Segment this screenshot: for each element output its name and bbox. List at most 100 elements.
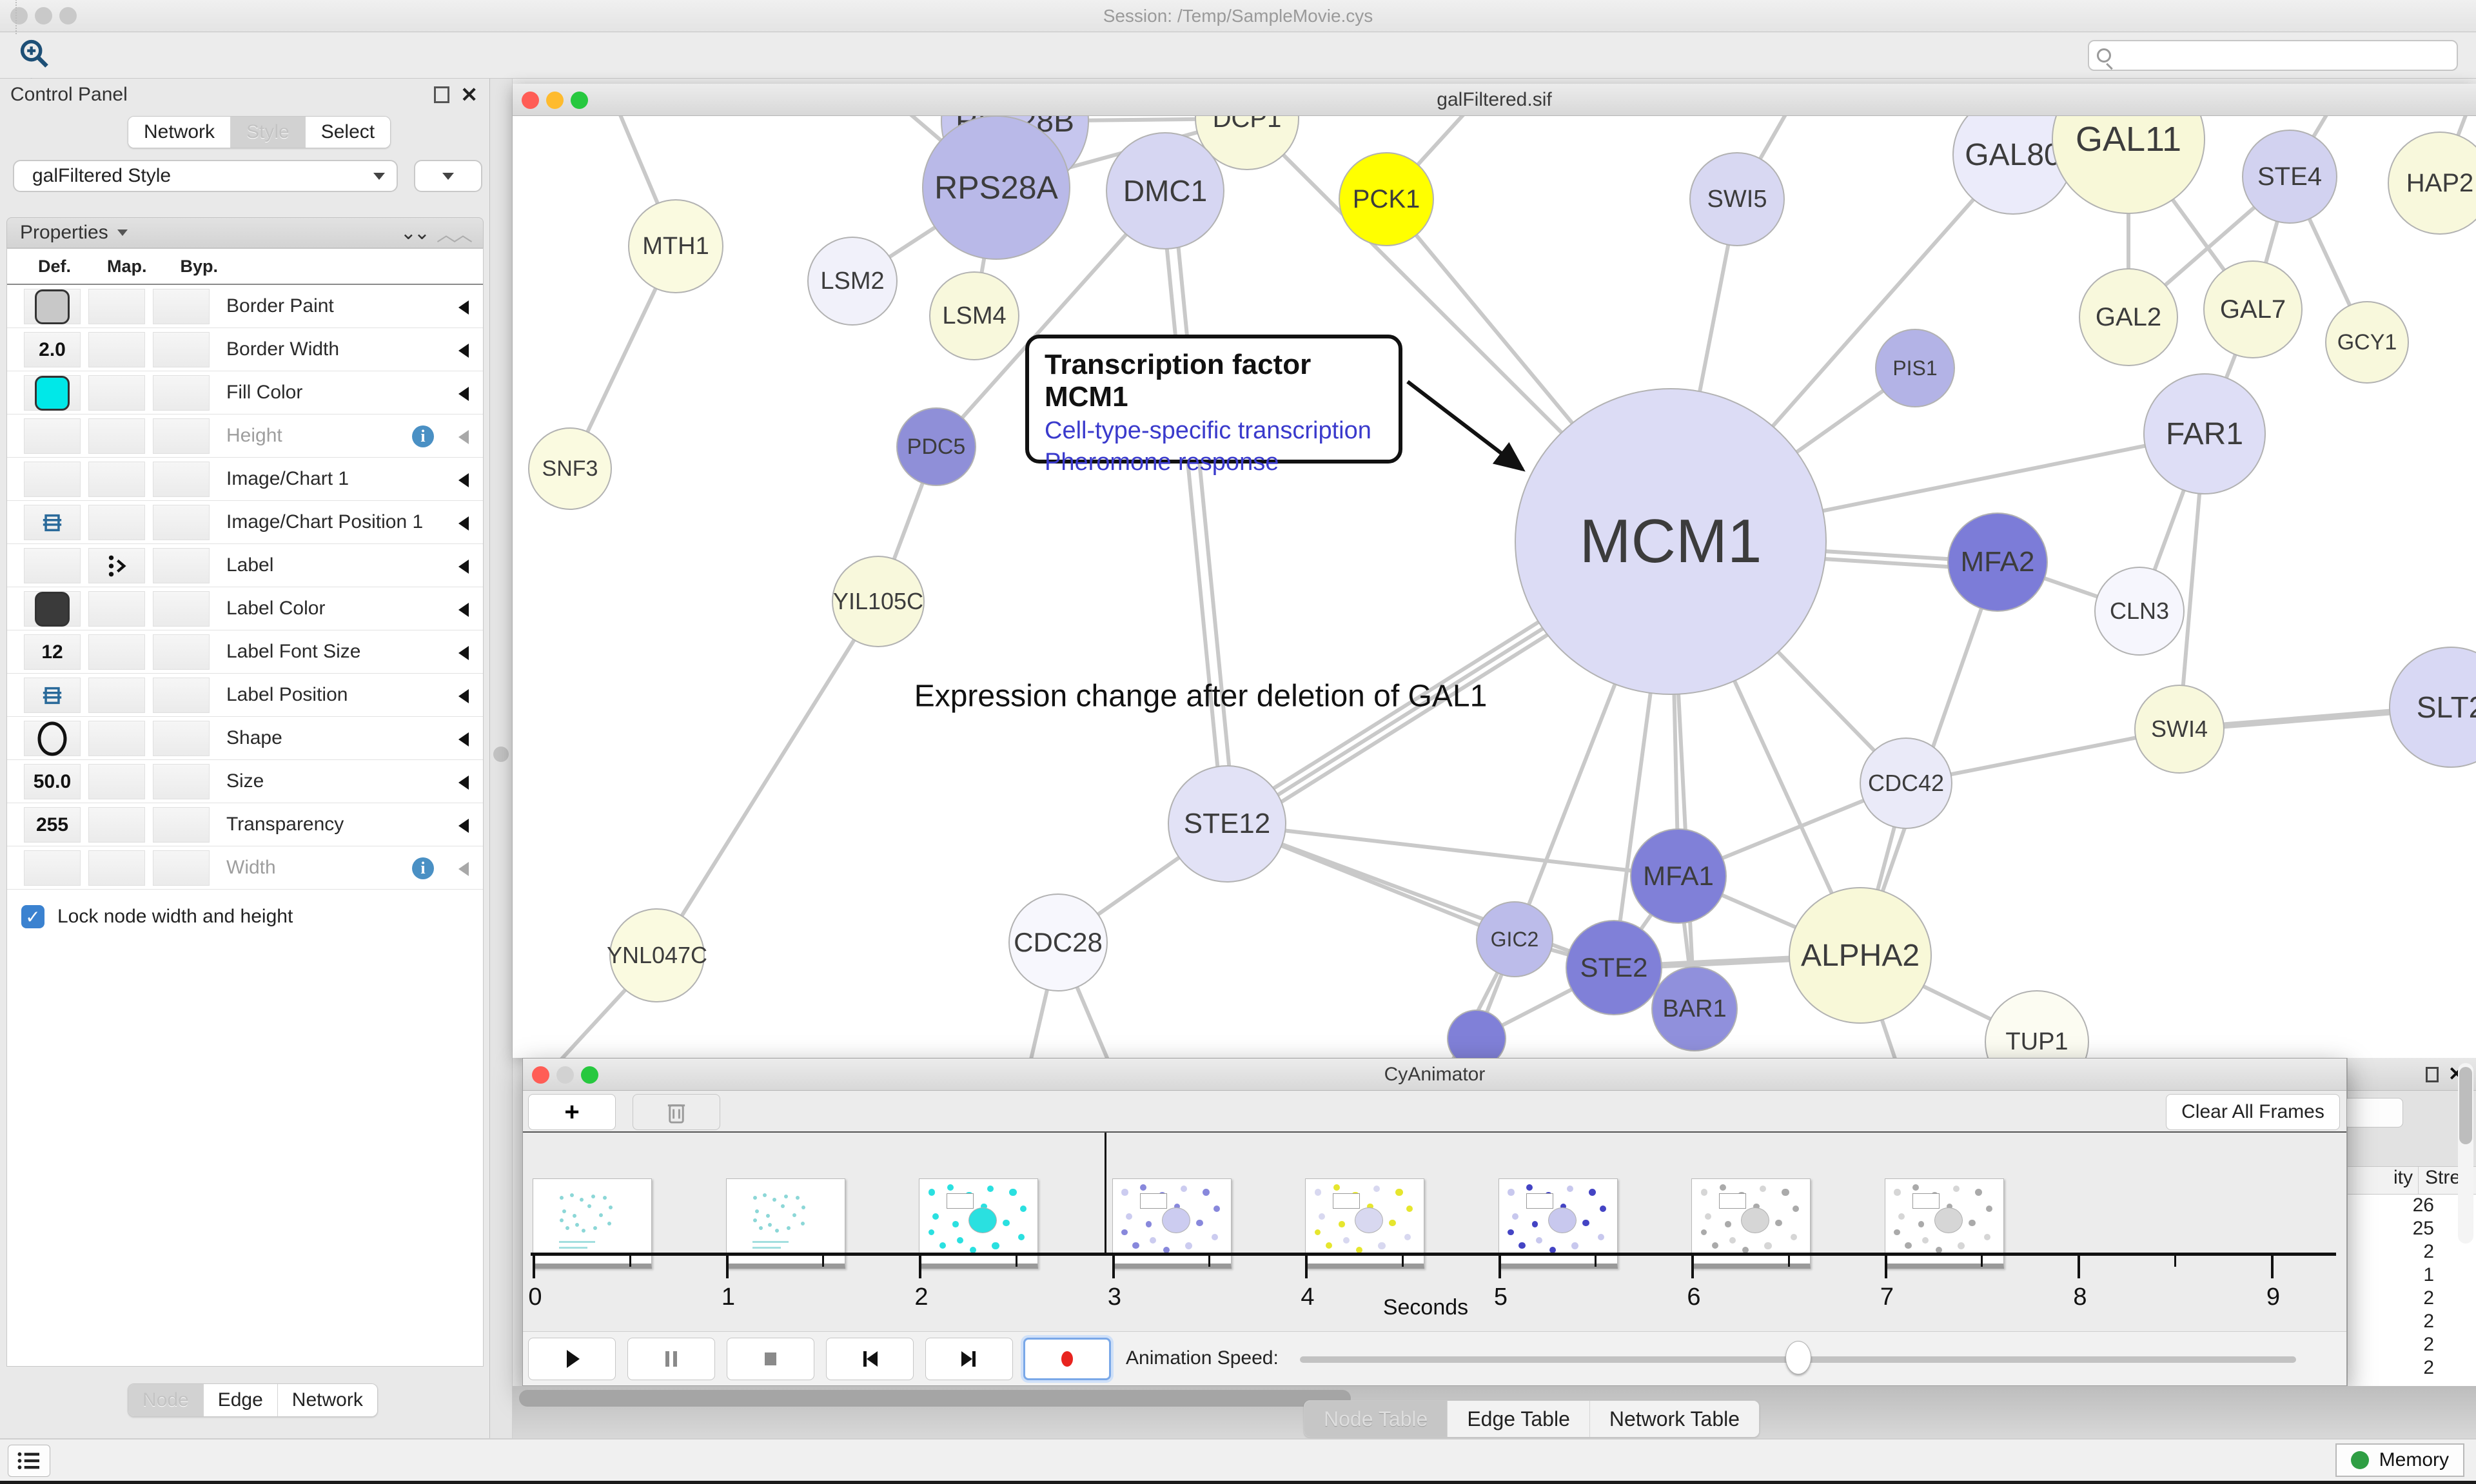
mapping-cell[interactable]: [88, 462, 145, 497]
default-cell[interactable]: 50.0: [24, 764, 81, 799]
column-header[interactable]: ity: [2348, 1167, 2419, 1194]
default-cell[interactable]: 2.0: [24, 332, 81, 367]
stop-button[interactable]: [727, 1338, 814, 1380]
expand-row-icon[interactable]: [458, 300, 469, 315]
tab-style[interactable]: Style: [231, 117, 306, 148]
float-panel-icon[interactable]: [434, 86, 449, 103]
default-cell[interactable]: [24, 289, 81, 324]
table-cell-value[interactable]: 2: [2348, 1311, 2476, 1334]
default-cell[interactable]: [24, 678, 81, 713]
tab-network-table[interactable]: Network Table: [1590, 1401, 1759, 1437]
property-row[interactable]: 50.0 Size: [7, 760, 483, 803]
mapping-cell[interactable]: [88, 375, 145, 411]
go-to-start-button[interactable]: [826, 1338, 914, 1380]
info-icon[interactable]: i: [412, 425, 434, 447]
style-options-button[interactable]: [414, 160, 482, 192]
default-cell[interactable]: 255: [24, 807, 81, 843]
expand-row-icon[interactable]: [458, 646, 469, 660]
timeline-playhead[interactable]: [1105, 1133, 1106, 1253]
bypass-cell[interactable]: [153, 418, 210, 454]
property-row[interactable]: Width i: [7, 846, 483, 890]
cyanimator-titlebar[interactable]: CyAnimator: [523, 1059, 2346, 1091]
property-row[interactable]: Image/Chart Position 1: [7, 501, 483, 544]
lock-size-checkbox[interactable]: ✓: [21, 905, 44, 928]
property-row[interactable]: Label Color: [7, 587, 483, 630]
property-row[interactable]: 12 Label Font Size: [7, 630, 483, 674]
task-history-button[interactable]: [8, 1445, 50, 1477]
bypass-cell[interactable]: [153, 332, 210, 367]
bypass-cell[interactable]: [153, 289, 210, 324]
style-selector[interactable]: galFiltered Style: [13, 160, 398, 192]
property-row[interactable]: Shape: [7, 717, 483, 760]
play-button[interactable]: [528, 1338, 616, 1380]
default-cell[interactable]: [24, 548, 81, 583]
mapping-cell[interactable]: [88, 678, 145, 713]
expand-row-icon[interactable]: [458, 603, 469, 617]
table-cell-value[interactable]: 25: [2348, 1218, 2476, 1241]
expand-row-icon[interactable]: [458, 344, 469, 358]
mapping-cell[interactable]: [88, 418, 145, 454]
default-value[interactable]: 255: [36, 814, 68, 836]
table-cell-value[interactable]: 26: [2348, 1195, 2476, 1218]
property-row[interactable]: Height i: [7, 415, 483, 458]
bypass-cell[interactable]: [153, 591, 210, 627]
expand-row-icon[interactable]: [458, 862, 469, 876]
default-cell[interactable]: [24, 591, 81, 627]
default-cell[interactable]: 12: [24, 634, 81, 670]
tab-select[interactable]: Select: [306, 117, 390, 148]
default-cell[interactable]: [24, 721, 81, 756]
clear-all-frames-button[interactable]: Clear All Frames: [2166, 1094, 2340, 1130]
pause-button[interactable]: [627, 1338, 715, 1380]
expand-row-icon[interactable]: [458, 430, 469, 444]
zoom-icon[interactable]: [571, 92, 588, 109]
expand-row-icon[interactable]: [458, 387, 469, 401]
expand-row-icon[interactable]: [458, 473, 469, 487]
mapping-cell[interactable]: [88, 591, 145, 627]
property-row[interactable]: Fill Color: [7, 371, 483, 415]
tab-edge-table[interactable]: Edge Table: [1448, 1401, 1590, 1437]
search-field[interactable]: [2088, 40, 2458, 71]
expand-row-icon[interactable]: [458, 776, 469, 790]
bypass-cell[interactable]: [153, 721, 210, 756]
bypass-cell[interactable]: [153, 807, 210, 843]
expand-row-icon[interactable]: [458, 732, 469, 747]
close-panel-icon[interactable]: ✕: [460, 83, 478, 107]
property-row[interactable]: Label: [7, 544, 483, 587]
memory-button[interactable]: Memory: [2335, 1443, 2464, 1477]
mapping-cell[interactable]: [88, 850, 145, 886]
default-value[interactable]: 2.0: [39, 339, 66, 361]
network-canvas[interactable]: Expression change after deletion of GAL1…: [513, 116, 2476, 1058]
table-cell-value[interactable]: 2: [2348, 1357, 2476, 1380]
add-frame-button[interactable]: +: [528, 1094, 616, 1130]
mapping-cell[interactable]: [88, 289, 145, 324]
network-window-controls[interactable]: [522, 92, 588, 109]
color-swatch[interactable]: [35, 376, 70, 411]
tab-node-table[interactable]: Node Table: [1304, 1401, 1448, 1437]
zoom-icon[interactable]: [581, 1066, 598, 1084]
minimize-icon[interactable]: [556, 1066, 574, 1084]
color-swatch[interactable]: [35, 592, 70, 627]
tab-node[interactable]: Node: [128, 1384, 204, 1416]
mapping-cell[interactable]: [88, 505, 145, 540]
divider-handle-icon[interactable]: [493, 747, 509, 762]
cyanimator-window-controls[interactable]: [532, 1066, 598, 1084]
mapping-cell[interactable]: [88, 721, 145, 756]
speed-slider-thumb[interactable]: [1785, 1341, 1811, 1374]
bypass-cell[interactable]: [153, 462, 210, 497]
property-row[interactable]: 255 Transparency: [7, 803, 483, 846]
color-swatch[interactable]: [35, 289, 70, 324]
expand-row-icon[interactable]: [458, 819, 469, 833]
default-cell[interactable]: [24, 505, 81, 540]
table-cell-value[interactable]: 2: [2348, 1241, 2476, 1264]
tab-network[interactable]: Network: [128, 117, 231, 148]
zoom-window-icon[interactable]: [59, 7, 77, 24]
mapping-cell[interactable]: [88, 807, 145, 843]
property-row[interactable]: 2.0 Border Width: [7, 328, 483, 371]
close-icon[interactable]: [532, 1066, 549, 1084]
property-row[interactable]: Image/Chart 1: [7, 458, 483, 501]
table-cell-value[interactable]: 2: [2348, 1287, 2476, 1311]
bypass-cell[interactable]: [153, 634, 210, 670]
search-input[interactable]: [2117, 45, 2457, 66]
expand-row-icon[interactable]: [458, 689, 469, 703]
mapping-cell[interactable]: [88, 634, 145, 670]
